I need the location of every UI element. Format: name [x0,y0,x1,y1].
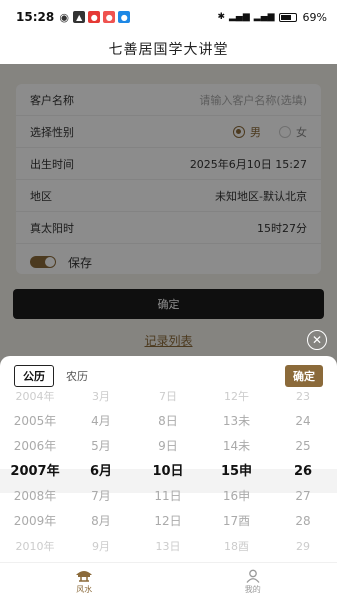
year-option[interactable]: 2008年 [0,484,70,509]
year-option[interactable]: 2009年 [0,509,70,534]
month-option-selected[interactable]: 6月 [70,459,132,484]
month-option[interactable]: 8月 [70,509,132,534]
app-notification-icon: ● [118,11,131,23]
tab-fengshui-label: 风水 [76,584,93,594]
battery-level [280,14,291,20]
battery-icon [278,12,297,22]
close-icon[interactable]: ✕ [307,330,327,350]
bluetooth-icon: ✱ [217,12,226,22]
minute-option[interactable]: 25 [269,434,337,459]
minute-option[interactable]: 23 [269,384,337,409]
minute-column[interactable]: 23 24 25 26 27 28 29 [269,384,337,553]
hour-option[interactable]: 13未 [204,409,269,434]
hour-option[interactable]: 17酉 [204,509,269,534]
month-column[interactable]: 3月 4月 5月 6月 7月 8月 9月 [70,384,132,553]
fengshui-icon [76,570,93,582]
year-option[interactable]: 2006年 [0,434,70,459]
day-option[interactable]: 12日 [132,509,204,534]
eye-icon: ◉ [59,10,69,24]
day-option[interactable]: 9日 [132,434,204,459]
month-option[interactable]: 3月 [70,384,132,409]
signal-icon: ▂▄▆ [253,12,275,22]
picker-wheel: 2004年 2005年 2006年 2007年 2008年 2009年 2010… [0,390,337,562]
month-option[interactable]: 4月 [70,409,132,434]
tab-lunar-calendar[interactable]: 农历 [66,368,88,384]
app-header: 七善居国学大讲堂 [0,34,337,64]
day-option[interactable]: 11日 [132,484,204,509]
tab-mine[interactable]: 我的 [169,563,337,600]
year-option[interactable]: 2004年 [0,384,70,409]
day-option-selected[interactable]: 10日 [132,459,204,484]
app-notification-icon: ▲ [73,11,86,23]
month-option[interactable]: 7月 [70,484,132,509]
hour-option[interactable]: 12午 [204,384,269,409]
signal-icon: ▂▄▆ [229,12,250,22]
year-column[interactable]: 2004年 2005年 2006年 2007年 2008年 2009年 2010… [0,384,70,553]
day-option[interactable]: 7日 [132,384,204,409]
minute-option[interactable]: 28 [269,509,337,534]
year-option[interactable]: 2005年 [0,409,70,434]
hour-option[interactable]: 14未 [204,434,269,459]
hour-option-selected[interactable]: 15申 [204,459,269,484]
year-option[interactable]: 2010年 [0,534,70,559]
app-notification-icon: ● [103,11,116,23]
tab-mine-label: 我的 [244,584,261,594]
tab-fengshui[interactable]: 风水 [0,563,169,600]
status-bar: 15:28 ◉ ▲ ● ● ● ✱ ▂▄▆ ▂▄▆ 69% [0,0,337,34]
day-option[interactable]: 13日 [132,534,204,559]
day-column[interactable]: 7日 8日 9日 10日 11日 12日 13日 [132,384,204,553]
minute-option[interactable]: 27 [269,484,337,509]
page-title: 七善居国学大讲堂 [108,42,229,58]
hour-option[interactable]: 16申 [204,484,269,509]
bottom-tab-bar: 风水 我的 [0,562,337,600]
user-icon [246,569,260,583]
date-picker-sheet: 公历 农历 确定 2004年 2005年 2006年 2007年 2008年 2… [0,356,337,562]
status-right: ✱ ▂▄▆ ▂▄▆ 69% [217,11,327,24]
minute-option[interactable]: 29 [269,534,337,559]
status-time: 15:28 [16,10,55,24]
month-option[interactable]: 5月 [70,434,132,459]
day-option[interactable]: 8日 [132,409,204,434]
minute-option-selected[interactable]: 26 [269,459,337,484]
battery-percent: 69% [302,10,327,24]
month-option[interactable]: 9月 [70,534,132,559]
hour-option[interactable]: 18酉 [204,534,269,559]
app-notification-icon: ● [88,11,101,23]
hour-column[interactable]: 12午 13未 14未 15申 16申 17酉 18酉 [204,384,269,553]
year-option-selected[interactable]: 2007年 [0,459,70,484]
minute-option[interactable]: 24 [269,409,337,434]
